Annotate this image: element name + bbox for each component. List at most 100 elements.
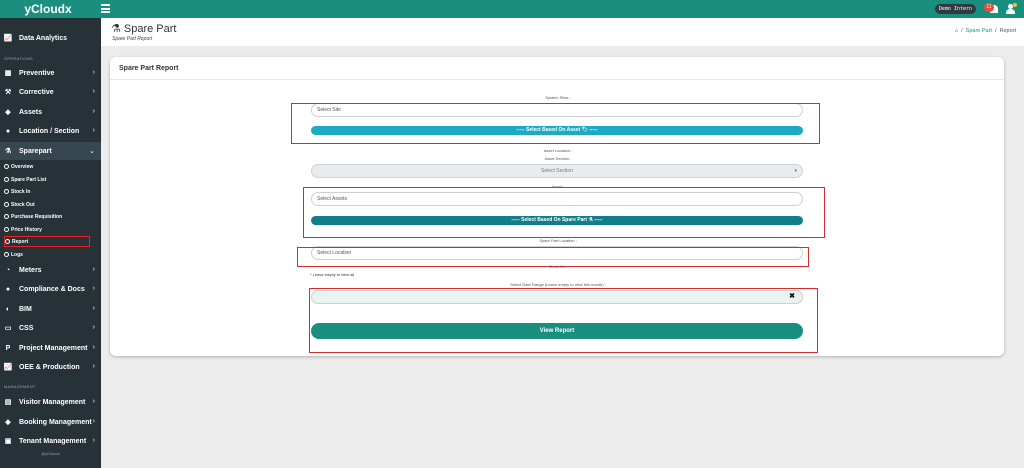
chevron-right-icon: › (92, 69, 95, 76)
sidebar-item-label: Booking Management (19, 418, 92, 426)
sidebar-item-css[interactable]: ▭ CSS › (0, 319, 101, 337)
org-selector[interactable]: Demo Intern (934, 4, 976, 14)
sidebar-item-label: Project Management (19, 344, 88, 352)
spare-part-location-label: Spare Part Location : (539, 238, 577, 243)
card-title: Spare Part Report (119, 65, 179, 72)
chevron-right-icon: › (92, 363, 95, 370)
sidebar-subitem-price-history[interactable]: Price History (4, 224, 90, 235)
sidebar-item-bim[interactable]: ◐ BIM › (0, 300, 101, 318)
system-sites-label: System Sites : (545, 95, 571, 100)
page-header: ⚗ Spare Part Spare Part Report ⌂ / Spare… (101, 18, 1024, 46)
top-bar: yCloudx Demo Intern 11 (0, 0, 1024, 18)
gauge-icon: ◔ (5, 266, 11, 274)
notification-bell-icon[interactable]: 11 (984, 3, 998, 15)
stock-no-label: Stock No : (548, 264, 568, 269)
page-title: ⚗ Spare Part (111, 22, 177, 36)
circle-icon (4, 177, 9, 182)
sidebar-subitem-report[interactable]: Report (4, 236, 90, 247)
chevron-right-icon: › (92, 88, 95, 95)
sidebar-item-label: BIM (19, 305, 32, 313)
diamond-icon: ◆ (5, 419, 11, 426)
p-icon: P (5, 344, 11, 352)
chevron-right-icon: › (92, 418, 95, 425)
sidebar-item-corrective[interactable]: ⚒ Corrective › (0, 83, 101, 101)
circle-icon (4, 202, 9, 207)
sidebar-item-label: Meters (19, 266, 42, 274)
sidebar-subitem-logs[interactable]: Logs (4, 249, 90, 260)
circle-icon (4, 227, 9, 232)
sidebar-section-management: MANAGEMENT (4, 384, 36, 389)
tag-icon: ◆ (5, 109, 11, 116)
chevron-down-icon: ⌄ (89, 148, 95, 155)
section-select[interactable]: Select Section ▾ (311, 164, 803, 178)
tools-icon: ⚗ (4, 148, 12, 155)
sidebar-subitem-purchase-requisition[interactable]: Purchase Requisition (4, 211, 90, 222)
sidebar-item-booking-management[interactable]: ◆ Booking Management › (0, 413, 101, 431)
circle-icon (4, 252, 9, 257)
sidebar-item-label: Tenant Management (19, 437, 87, 445)
sidebar-item-label: Data Analytics (19, 34, 67, 42)
sidebar-item-data-analytics[interactable]: 📈 Data Analytics (0, 29, 101, 47)
chevron-right-icon: › (92, 285, 95, 292)
sidebar-item-label: Location / Section (19, 127, 80, 135)
user-avatar-icon[interactable] (1006, 3, 1017, 15)
sidebar-item-oee-production[interactable]: 📈 OEE & Production › (0, 358, 101, 376)
highlight-box (303, 187, 825, 238)
sidebar-item-label: Assets (19, 108, 42, 116)
chevron-right-icon: › (92, 437, 95, 444)
circle-icon (4, 189, 9, 194)
chart-icon: 📈 (3, 364, 13, 371)
divider (110, 79, 1004, 80)
circle-icon: ● (5, 285, 11, 293)
brand-logo[interactable]: yCloudx (0, 0, 96, 18)
circle-icon (5, 239, 10, 244)
hamburger-menu-icon[interactable] (101, 4, 110, 13)
sidebar-item-label: Corrective (19, 88, 54, 96)
chevron-right-icon: › (92, 324, 95, 331)
breadcrumb-report: Report (999, 28, 1016, 34)
asset-location-label: Asset Location : (543, 148, 573, 153)
sidebar-item-label: Preventive (19, 69, 55, 77)
leave-empty-note: * Leave empty to view all (310, 272, 355, 277)
sidebar-item-label: OEE & Production (19, 363, 80, 371)
globe-icon: ● (5, 127, 11, 135)
sidebar-subitem-stock-in[interactable]: Stock In (4, 186, 90, 197)
sidebar-item-meters[interactable]: ◔ Meters › (0, 261, 101, 279)
user-status-dot (1013, 3, 1017, 7)
chevron-right-icon: › (92, 398, 95, 405)
sidebar-item-compliance-docs[interactable]: ● Compliance & Docs › (0, 280, 101, 298)
top-right-actions: Demo Intern 11 (934, 2, 1017, 16)
sidebar: 📈 Data Analytics OPERATIONS ▦ Preventive… (0, 18, 101, 468)
sidebar-item-location-section[interactable]: ● Location / Section › (0, 122, 101, 140)
monitor-icon: ▭ (4, 325, 12, 332)
sidebar-footer: @yCloudx (41, 451, 60, 456)
highlight-box (309, 288, 818, 353)
cube-icon: ◐ (5, 305, 11, 313)
breadcrumb-spare-part[interactable]: Spare Part (966, 28, 992, 34)
chevron-right-icon: › (92, 127, 95, 134)
page-subtitle: Spare Part Report (112, 36, 153, 42)
sidebar-subitem-overview[interactable]: Overview (4, 161, 90, 172)
sidebar-item-visitor-management[interactable]: ▤ Visitor Management › (0, 393, 101, 411)
sidebar-item-tenant-management[interactable]: ▣ Tenant Management › (0, 432, 101, 450)
wrench-icon: ⚒ (4, 89, 12, 96)
chevron-down-icon: ▾ (794, 168, 797, 174)
notification-count-badge: 11 (984, 3, 994, 12)
chevron-right-icon: › (92, 305, 95, 312)
circle-icon (4, 214, 9, 219)
home-icon[interactable]: ⌂ (955, 28, 958, 34)
report-card: Spare Part Report System Sites : Select … (110, 57, 1004, 356)
sidebar-item-assets[interactable]: ◆ Assets › (0, 103, 101, 121)
sidebar-subitem-spare-part-list[interactable]: Spare Part List (4, 174, 90, 185)
asset-section-label: Asset Section : (544, 156, 572, 161)
sidebar-subitem-stock-out[interactable]: Stock Out (4, 199, 90, 210)
sidebar-item-sparepart[interactable]: ⚗ Sparepart ⌄ (0, 142, 101, 160)
sidebar-item-label: Sparepart (19, 147, 52, 155)
sidebar-item-label: Compliance & Docs (19, 285, 85, 293)
calendar-icon: ▦ (4, 70, 12, 77)
sidebar-item-label: Visitor Management (19, 398, 86, 406)
highlight-box (291, 103, 820, 144)
sidebar-item-project-management[interactable]: P Project Management › (0, 339, 101, 357)
sidebar-item-preventive[interactable]: ▦ Preventive › (0, 64, 101, 82)
circle-icon (4, 164, 9, 169)
